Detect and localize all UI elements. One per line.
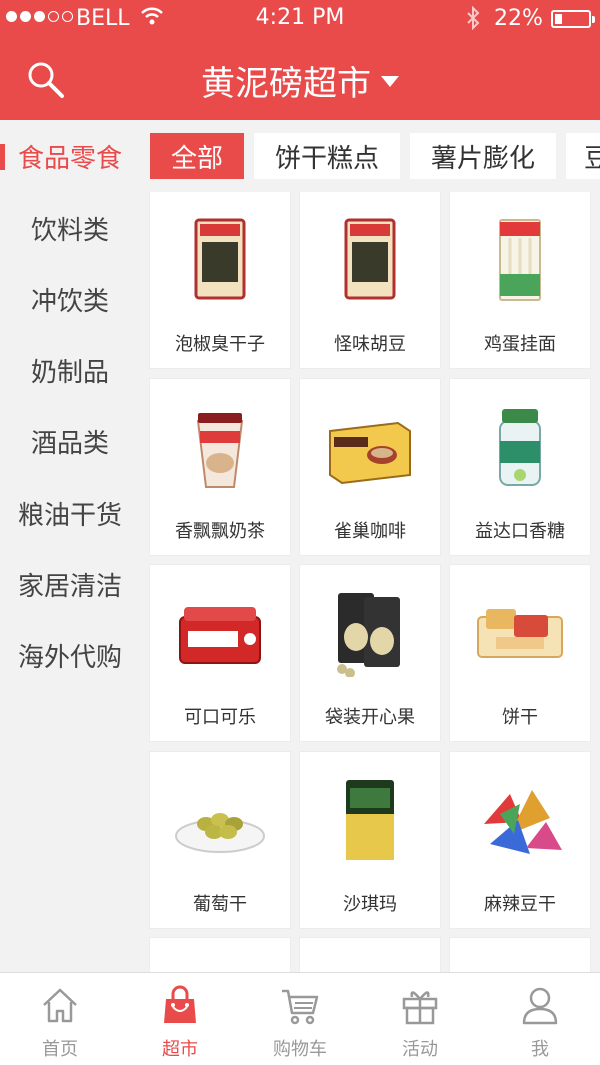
tabbar-item[interactable]: 首页 bbox=[0, 973, 120, 1065]
tabbar-label: 首页 bbox=[42, 1039, 78, 1060]
tabbar-label: 我 bbox=[531, 1039, 549, 1060]
product-name: 鸡蛋挂面 bbox=[484, 334, 556, 355]
sidebar-item-label: 海外代购 bbox=[17, 642, 122, 673]
product-card[interactable]: 沙琪玛 bbox=[300, 752, 440, 928]
product-card[interactable] bbox=[300, 938, 440, 972]
product-name: 麻辣豆干 bbox=[484, 894, 556, 915]
product-name: 饼干 bbox=[502, 707, 538, 728]
tab-subcategory[interactable]: 薯片膨化 bbox=[410, 133, 556, 179]
status-bar: BELL 4:21 PM 22% bbox=[0, 0, 600, 38]
milk-tea-cup-icon bbox=[170, 401, 270, 491]
raisin-plate-icon bbox=[170, 774, 270, 864]
sidebar-item[interactable]: 酒品类 bbox=[0, 405, 140, 477]
product-name: 怪味胡豆 bbox=[334, 334, 406, 355]
tabbar-item[interactable]: 超市 bbox=[120, 973, 240, 1065]
cola-pack-icon bbox=[170, 587, 270, 677]
category-sidebar: 食品零食饮料类冲饮类奶制品酒品类粮油干货家居清洁海外代购 bbox=[0, 120, 140, 972]
product-card[interactable]: 鸡蛋挂面 bbox=[450, 192, 590, 368]
shopping-bag-icon bbox=[164, 985, 196, 1023]
app-header: BELL 4:21 PM 22% 黄泥磅超市 bbox=[0, 0, 600, 120]
tabbar-label: 购物车 bbox=[273, 1039, 327, 1060]
battery-percent: 22% bbox=[494, 6, 543, 31]
product-card[interactable]: 香飘飘奶茶 bbox=[150, 379, 290, 555]
product-card[interactable]: 饼干 bbox=[450, 565, 590, 741]
home-icon bbox=[43, 988, 77, 1023]
subcategory-tabs: 全部 饼干糕点 薯片膨化 豆 bbox=[140, 120, 600, 192]
product-name: 葡萄干 bbox=[193, 894, 247, 915]
tabbar-label: 活动 bbox=[402, 1039, 438, 1060]
snack-pile-icon bbox=[470, 774, 570, 864]
product-name: 雀巢咖啡 bbox=[334, 521, 406, 542]
sidebar-item-label: 饮料类 bbox=[30, 215, 109, 246]
product-card[interactable] bbox=[450, 938, 590, 972]
product-name: 沙琪玛 bbox=[343, 894, 397, 915]
sidebar-item[interactable]: 冲饮类 bbox=[0, 263, 140, 335]
product-card[interactable]: 可口可乐 bbox=[150, 565, 290, 741]
tab-label: 全部 bbox=[170, 143, 223, 174]
product-name: 袋装开心果 bbox=[325, 707, 415, 728]
store-title: 黄泥磅超市 bbox=[201, 64, 371, 104]
sidebar-item[interactable]: 粮油干货 bbox=[0, 477, 140, 549]
battery-level bbox=[555, 14, 563, 24]
product-name: 泡椒臭干子 bbox=[175, 334, 265, 355]
tabbar-label: 超市 bbox=[162, 1039, 198, 1060]
tab-subcategory[interactable]: 全部 bbox=[150, 133, 244, 179]
tab-label: 豆 bbox=[584, 143, 600, 174]
sidebar-item-label: 冲饮类 bbox=[30, 286, 109, 317]
sidebar-item[interactable]: 奶制品 bbox=[0, 334, 140, 406]
sidebar-item[interactable]: 饮料类 bbox=[0, 192, 140, 264]
sachima-bag-icon bbox=[320, 774, 420, 864]
snack-bag-icon bbox=[320, 214, 420, 304]
sidebar-item-label: 家居清洁 bbox=[17, 571, 122, 602]
sidebar-item-label: 酒品类 bbox=[30, 428, 109, 459]
product-name: 可口可乐 bbox=[184, 707, 256, 728]
tab-subcategory[interactable]: 豆 bbox=[566, 133, 600, 179]
product-grid: 泡椒臭干子 怪味胡豆 鸡蛋挂面香飘飘奶茶 雀巢咖啡 益达口香糖可口可乐 袋装开心果 饼干葡萄… bbox=[140, 192, 600, 972]
sidebar-item[interactable]: 海外代购 bbox=[0, 619, 140, 691]
bluetooth-icon bbox=[467, 6, 480, 30]
product-card[interactable]: 葡萄干 bbox=[150, 752, 290, 928]
user-icon bbox=[522, 987, 558, 1025]
caret-down-icon bbox=[381, 76, 399, 87]
coffee-box-icon bbox=[320, 401, 420, 491]
gift-icon bbox=[402, 991, 438, 1025]
product-name: 益达口香糖 bbox=[475, 521, 565, 542]
biscuit-icon bbox=[470, 587, 570, 677]
tab-label: 薯片膨化 bbox=[430, 143, 535, 174]
bottom-tab-bar: 首页 超市 购物车 活动 我 bbox=[0, 972, 600, 1065]
product-card[interactable]: 袋装开心果 bbox=[300, 565, 440, 741]
sidebar-item[interactable]: 食品零食 bbox=[0, 120, 140, 192]
gum-bottle-icon bbox=[470, 401, 570, 491]
product-name: 香飘飘奶茶 bbox=[175, 521, 265, 542]
tabbar-item[interactable]: 我 bbox=[480, 973, 600, 1065]
product-card[interactable]: 雀巢咖啡 bbox=[300, 379, 440, 555]
product-card[interactable]: 泡椒臭干子 bbox=[150, 192, 290, 368]
sidebar-item-label: 奶制品 bbox=[30, 357, 109, 388]
tabbar-item[interactable]: 购物车 bbox=[240, 973, 360, 1065]
product-card[interactable] bbox=[150, 938, 290, 972]
cart-icon bbox=[282, 989, 319, 1025]
product-card[interactable]: 益达口香糖 bbox=[450, 379, 590, 555]
sidebar-item-label: 粮油干货 bbox=[17, 500, 122, 531]
tab-subcategory[interactable]: 饼干糕点 bbox=[254, 133, 400, 179]
tabbar-item[interactable]: 活动 bbox=[360, 973, 480, 1065]
pistachio-bag-icon bbox=[320, 587, 420, 678]
snack-bag-icon bbox=[170, 214, 270, 304]
product-card[interactable]: 怪味胡豆 bbox=[300, 192, 440, 368]
sidebar-item-label: 食品零食 bbox=[17, 143, 122, 174]
noodle-pack-icon bbox=[470, 214, 570, 304]
store-selector[interactable]: 黄泥磅超市 bbox=[0, 56, 600, 105]
battery-icon bbox=[551, 10, 595, 28]
sidebar-item[interactable]: 家居清洁 bbox=[0, 548, 140, 620]
tab-label: 饼干糕点 bbox=[274, 143, 379, 174]
product-card[interactable]: 麻辣豆干 bbox=[450, 752, 590, 928]
